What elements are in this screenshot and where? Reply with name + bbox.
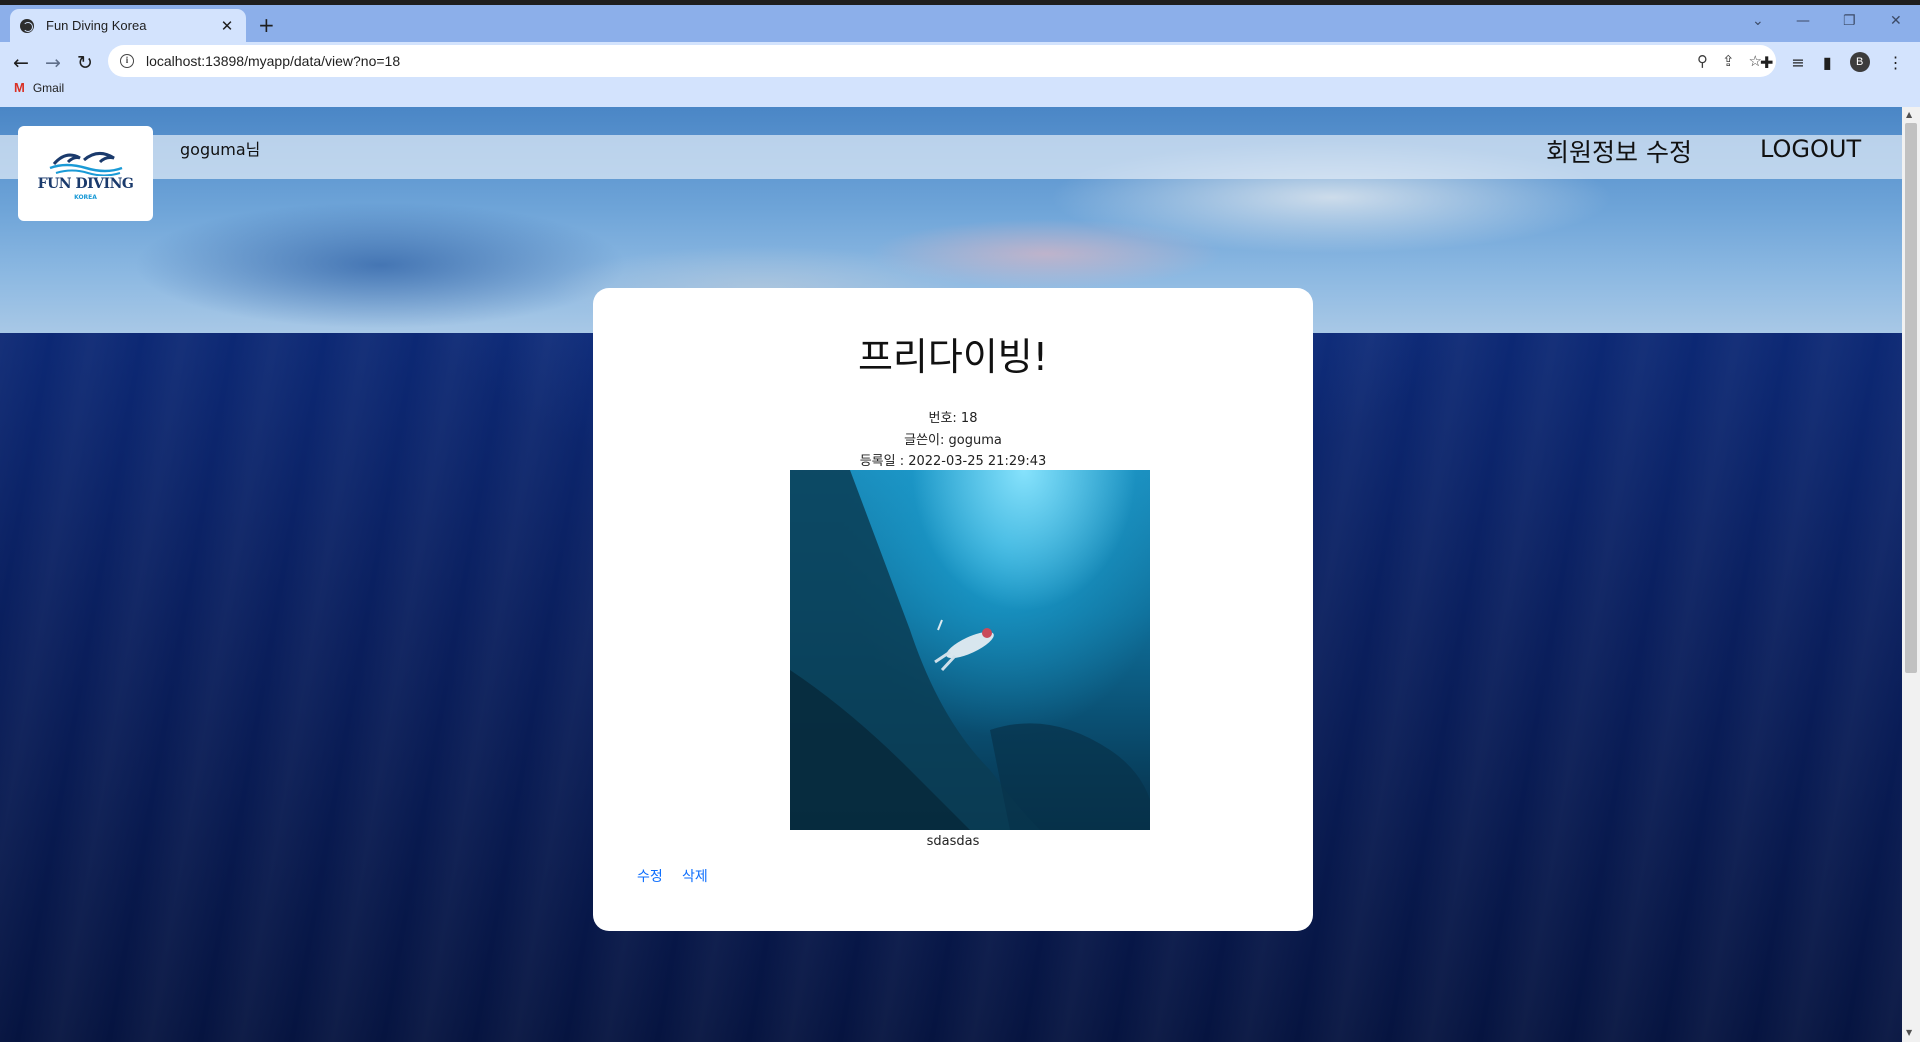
post-card: 프리다이빙! 번호: 18 글쓴이: goguma 등록일 : 2022-03-…: [593, 288, 1313, 931]
new-tab-button[interactable]: +: [258, 15, 275, 35]
profile-avatar[interactable]: B: [1849, 52, 1870, 72]
menu-kebab-icon[interactable]: ⋮: [1888, 53, 1904, 72]
post-title: 프리다이빙!: [857, 335, 1049, 379]
bookmark-gmail[interactable]: M Gmail: [14, 80, 64, 95]
close-tab-icon[interactable]: ✕: [218, 17, 236, 35]
address-bar[interactable]: i localhost:13898/myapp/data/view?no=18 …: [108, 45, 1776, 77]
url-text[interactable]: localhost:13898/myapp/data/view?no=18: [146, 53, 400, 69]
post-number: 번호: 18: [928, 411, 978, 426]
scroll-down-arrow-icon[interactable]: ▼: [1906, 1028, 1912, 1037]
site-info-icon[interactable]: i: [120, 54, 134, 68]
tab-title: Fun Diving Korea: [46, 18, 147, 33]
bookmark-gmail-label: Gmail: [32, 80, 65, 95]
edit-post-link[interactable]: 수정: [637, 866, 663, 886]
zoom-icon[interactable]: ⚲: [1697, 52, 1708, 70]
back-arrow-icon[interactable]: ←: [8, 50, 34, 76]
logo-subtitle: KOREA: [74, 194, 97, 201]
restore-button[interactable]: ❐: [1843, 13, 1856, 29]
tab-fun-diving-korea[interactable]: Fun Diving Korea ✕: [10, 9, 246, 42]
page-viewport: FUN DIVING KOREA goguma님 회원정보 수정 LOGOUT …: [0, 107, 1902, 1042]
close-window-button[interactable]: ✕: [1890, 13, 1902, 29]
dolphin-wave-icon: [49, 152, 122, 176]
gmail-icon: M: [14, 80, 25, 95]
forward-arrow-icon[interactable]: →: [40, 50, 66, 76]
side-panel-icon[interactable]: ▮: [1823, 53, 1832, 72]
scrollbar-thumb[interactable]: [1905, 123, 1917, 673]
freediver-photo: [790, 470, 1150, 830]
tab-bar: Fun Diving Korea ✕ + ⌄ — ❐ ✕: [0, 5, 1920, 42]
post-caption: sdasdas: [926, 834, 980, 849]
reload-icon[interactable]: ↻: [72, 50, 98, 76]
delete-post-link[interactable]: 삭제: [682, 866, 708, 886]
share-icon[interactable]: ⇪: [1722, 52, 1735, 70]
post-author: 글쓴이: goguma: [904, 433, 1002, 448]
minimize-button[interactable]: —: [1796, 13, 1810, 29]
scroll-up-arrow-icon[interactable]: ▲: [1906, 110, 1912, 119]
tab-search-icon[interactable]: ⌄: [1752, 13, 1764, 29]
username-greeting: goguma님: [180, 140, 261, 159]
post-date: 등록일 : 2022-03-25 21:29:43: [859, 454, 1047, 469]
logout-link[interactable]: LOGOUT: [1760, 135, 1861, 163]
extensions-puzzle-icon[interactable]: ✚: [1760, 53, 1773, 72]
browser-toolbar: ← → ↻ i localhost:13898/myapp/data/view?…: [0, 42, 1920, 115]
globe-icon: [20, 18, 34, 33]
logo-title: FUN DIVING: [37, 176, 134, 192]
page-scrollbar[interactable]: ▲ ▼: [1902, 107, 1920, 1042]
post-image: [790, 470, 1150, 830]
site-logo[interactable]: FUN DIVING KOREA: [18, 126, 153, 221]
edit-profile-link[interactable]: 회원정보 수정: [1546, 133, 1692, 169]
media-controls-icon[interactable]: ≡: [1791, 53, 1804, 72]
